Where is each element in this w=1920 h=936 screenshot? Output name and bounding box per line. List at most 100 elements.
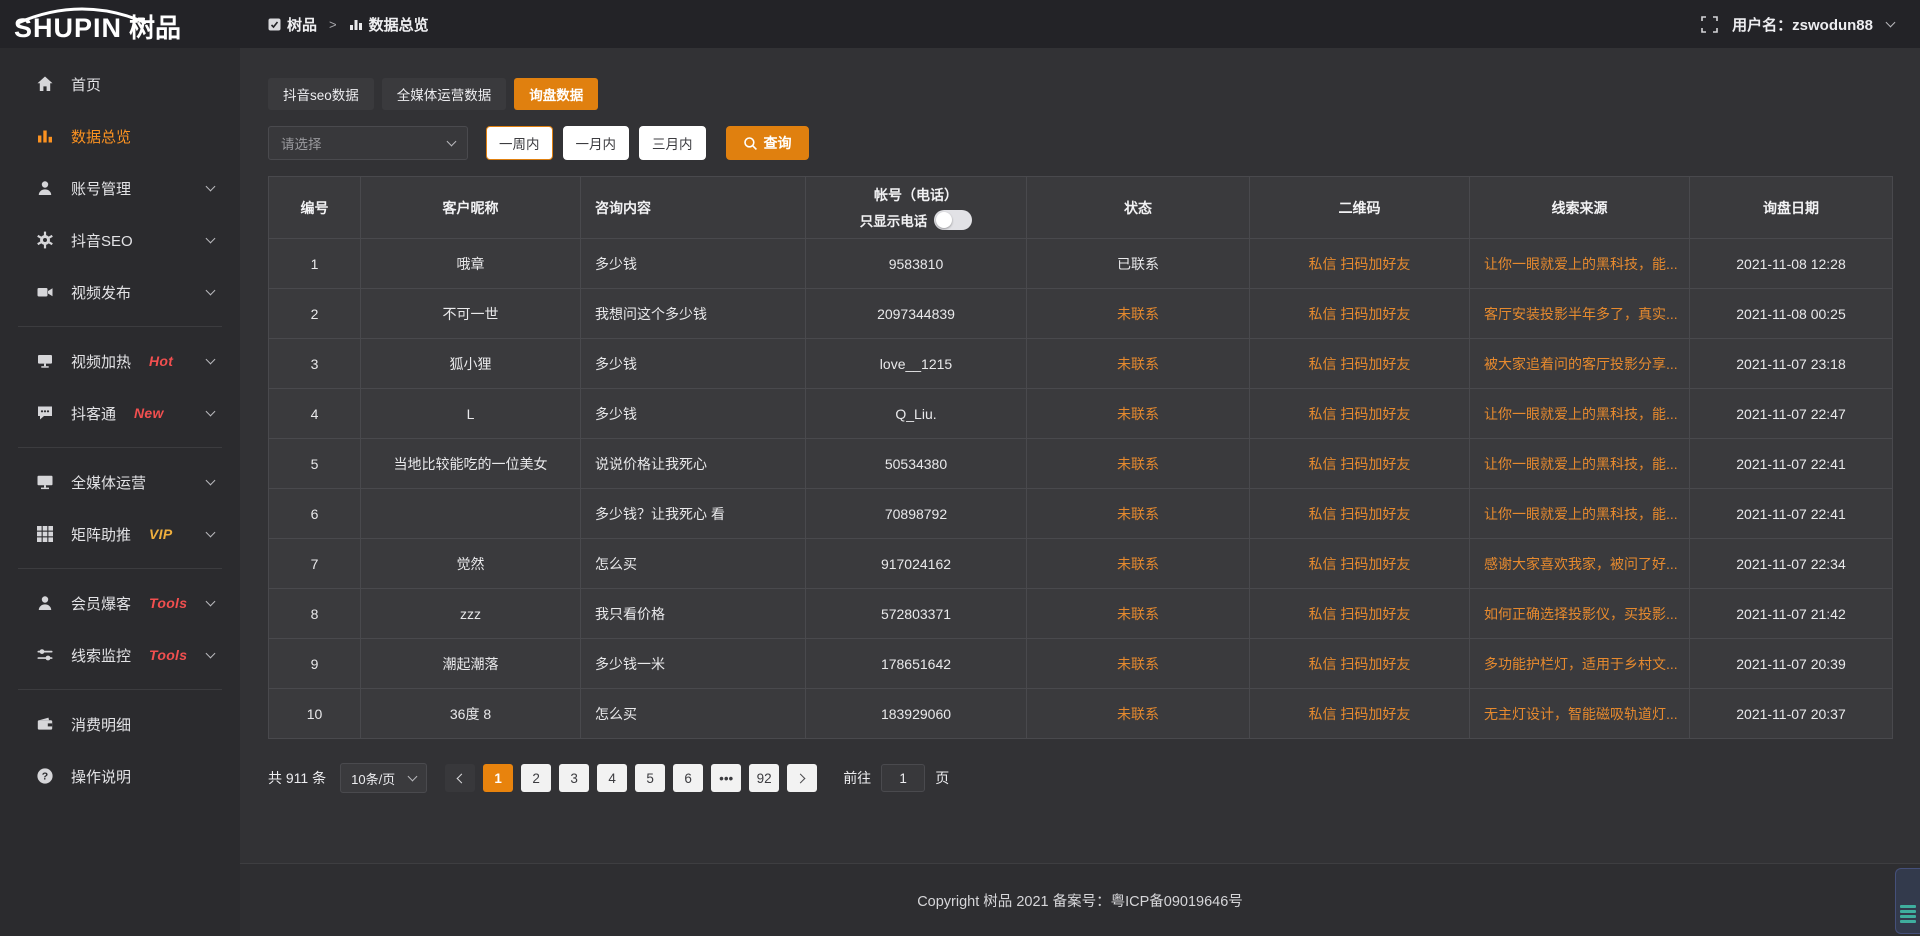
cell-id: 1 [269,239,361,289]
table-header-row: 编号 客户昵称 咨询内容 帐号（电话） 只显示电话 状态 二维码 线索来源 询盘… [269,177,1893,239]
cell-status: 未联系 [1027,489,1250,539]
cell-source[interactable]: 无主灯设计，智能磁吸轨道灯... [1470,689,1690,739]
next-page-button[interactable] [787,764,817,792]
cell-date: 2021-11-08 00:25 [1690,289,1893,339]
username-label[interactable]: 用户名：zswodun88 [1732,14,1873,35]
sidebar-item-member-burst[interactable]: 会员爆客 Tools [0,577,240,629]
inquiry-table: 编号 客户昵称 咨询内容 帐号（电话） 只显示电话 状态 二维码 线索来源 询盘… [268,176,1893,739]
badge-tools: Tools [149,647,187,663]
badge-tools: Tools [149,595,187,611]
cell-qrcode[interactable]: 私信 扫码加好友 [1250,689,1470,739]
sidebar-item-video-publish[interactable]: 视频发布 [0,266,240,318]
col-account: 帐号（电话） 只显示电话 [806,177,1027,239]
page-button-1[interactable]: 1 [483,764,513,792]
cell-account: 572803371 [806,589,1027,639]
page-button-3[interactable]: 3 [559,764,589,792]
sidebar-item-omni-media[interactable]: 全媒体运营 [0,456,240,508]
cell-source[interactable]: 客厅安装投影半年多了，真实... [1470,289,1690,339]
cell-nickname: 36度 8 [361,689,581,739]
cell-nickname: 潮起潮落 [361,639,581,689]
cell-qrcode[interactable]: 私信 扫码加好友 [1250,289,1470,339]
breadcrumb-separator: > [329,17,337,32]
cell-source[interactable]: 感谢大家喜欢我家，被问了好... [1470,539,1690,589]
sidebar-item-lead-monitor[interactable]: 线索监控 Tools [0,629,240,681]
brand-logo[interactable]: SHUPIN 树品 [0,0,240,48]
tab-inquiry-data[interactable]: 询盘数据 [514,78,598,110]
gear-icon [36,231,54,249]
sidebar-item-video-heat[interactable]: 视频加热 Hot [0,335,240,387]
col-content: 咨询内容 [581,177,806,239]
cell-source[interactable]: 如何正确选择投影仪，买投影... [1470,589,1690,639]
breadcrumb-current: 数据总览 [369,14,429,35]
cell-source[interactable]: 被大家追着问的客厅投影分享... [1470,339,1690,389]
page-button-2[interactable]: 2 [521,764,551,792]
header-right: 用户名：zswodun88 [1701,14,1920,35]
range-quarter-button[interactable]: 三月内 [639,126,706,160]
page-size-select[interactable]: 10条/页 [340,763,427,793]
floating-widget[interactable] [1895,868,1920,934]
stats-icon [349,17,363,31]
sidebar-divider [18,326,222,327]
copyright-text: Copyright 树品 2021 备案号：粤ICP备09019646号 [917,890,1243,911]
col-qrcode: 二维码 [1250,177,1470,239]
sidebar-item-matrix-boost[interactable]: 矩阵助推 VIP [0,508,240,560]
cell-source[interactable]: 让你一眼就爱上的黑科技，能... [1470,439,1690,489]
cell-source[interactable]: 让你一眼就爱上的黑科技，能... [1470,239,1690,289]
table-row: 9潮起潮落多少钱一米178651642未联系私信 扫码加好友多功能护栏灯，适用于… [269,639,1893,689]
breadcrumb-root[interactable]: 树品 [287,14,317,35]
cell-date: 2021-11-07 22:41 [1690,489,1893,539]
sidebar-item-account[interactable]: 账号管理 [0,162,240,214]
cell-source[interactable]: 让你一眼就爱上的黑科技，能... [1470,489,1690,539]
cell-qrcode[interactable]: 私信 扫码加好友 [1250,389,1470,439]
cell-qrcode[interactable]: 私信 扫码加好友 [1250,639,1470,689]
tab-omni-media-data[interactable]: 全媒体运营数据 [382,78,507,110]
table-row: 1036度 8怎么买183929060未联系私信 扫码加好友无主灯设计，智能磁吸… [269,689,1893,739]
main-content: 抖音seo数据 全媒体运营数据 询盘数据 请选择 一周内 一月内 三月内 查询 [240,48,1920,936]
sidebar-item-douyin-seo[interactable]: 抖音SEO [0,214,240,266]
cell-source[interactable]: 多功能护栏灯，适用于乡村文... [1470,639,1690,689]
page-button-5[interactable]: 5 [635,764,665,792]
wallet-icon [36,715,54,733]
goto-page-input[interactable] [881,764,925,792]
cell-id: 6 [269,489,361,539]
cell-qrcode[interactable]: 私信 扫码加好友 [1250,589,1470,639]
chevron-down-icon [206,649,216,659]
page-button-92[interactable]: 92 [749,764,779,792]
fullscreen-icon[interactable] [1701,16,1718,33]
page-ellipsis-button[interactable]: ••• [711,764,741,792]
cell-id: 9 [269,639,361,689]
sidebar-item-data-overview[interactable]: 数据总览 [0,110,240,162]
phone-only-toggle[interactable] [934,210,972,230]
table-row: 7觉然怎么买917024162未联系私信 扫码加好友感谢大家喜欢我家，被问了好.… [269,539,1893,589]
tab-douyin-seo-data[interactable]: 抖音seo数据 [268,78,374,110]
page-button-6[interactable]: 6 [673,764,703,792]
total-count: 共 911 条 [268,768,326,788]
sidebar-item-home[interactable]: 首页 [0,58,240,110]
sidebar-item-help[interactable]: ? 操作说明 [0,750,240,802]
page-button-4[interactable]: 4 [597,764,627,792]
col-id: 编号 [269,177,361,239]
chevron-down-icon [408,772,418,782]
sidebar-item-douketong[interactable]: 抖客通 New [0,387,240,439]
range-month-button[interactable]: 一月内 [563,126,630,160]
phone-toggle-label: 只显示电话 [860,210,928,230]
cell-qrcode[interactable]: 私信 扫码加好友 [1250,489,1470,539]
cell-qrcode[interactable]: 私信 扫码加好友 [1250,539,1470,589]
cell-status: 未联系 [1027,339,1250,389]
cell-date: 2021-11-08 12:28 [1690,239,1893,289]
col-date: 询盘日期 [1690,177,1893,239]
cell-qrcode[interactable]: 私信 扫码加好友 [1250,339,1470,389]
sidebar-item-spend-detail[interactable]: 消费明细 [0,698,240,750]
cell-date: 2021-11-07 22:34 [1690,539,1893,589]
chevron-down-icon[interactable] [1886,18,1896,28]
cell-id: 5 [269,439,361,489]
range-week-button[interactable]: 一周内 [486,126,553,160]
cell-account: 917024162 [806,539,1027,589]
cell-qrcode[interactable]: 私信 扫码加好友 [1250,439,1470,489]
query-button[interactable]: 查询 [726,126,809,160]
prev-page-button[interactable] [445,764,475,792]
svg-text:?: ? [42,771,48,783]
cell-source[interactable]: 让你一眼就爱上的黑科技，能... [1470,389,1690,439]
cell-qrcode[interactable]: 私信 扫码加好友 [1250,239,1470,289]
account-select[interactable]: 请选择 [268,126,468,160]
